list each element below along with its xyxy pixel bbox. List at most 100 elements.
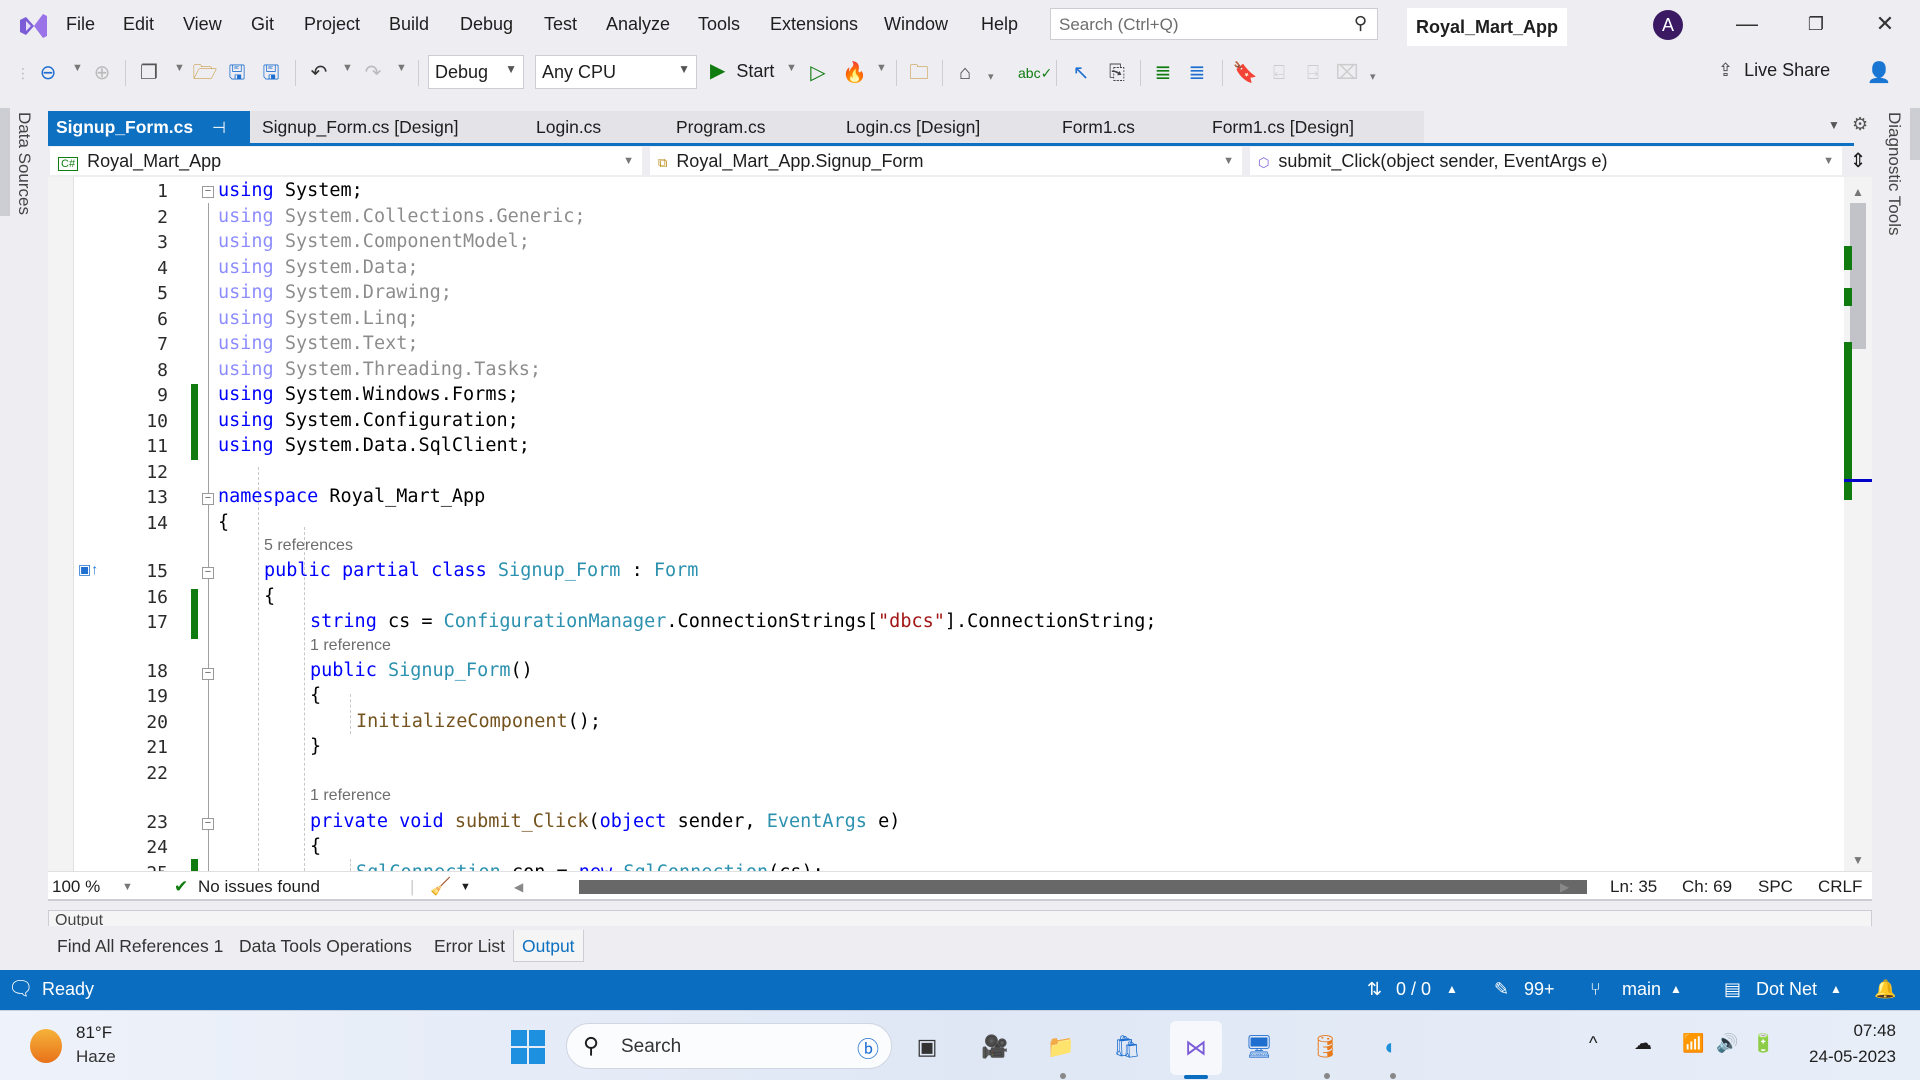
hot-reload-icon[interactable]: 🔥 [842, 60, 867, 86]
solution-configuration-select[interactable]: Debug ▼ [428, 55, 524, 89]
find-in-files-icon[interactable]: 🗀 [906, 60, 932, 86]
chevron-down-icon[interactable]: ▼ [460, 881, 471, 893]
browser-link-icon[interactable]: ⌂ [952, 60, 978, 86]
pending-changes[interactable]: 99+ [1524, 979, 1555, 1000]
code-line[interactable]: { [310, 685, 321, 706]
previous-bookmark-icon[interactable]: ⍇ [1266, 60, 1292, 86]
back-dropdown-icon[interactable]: ▼ [72, 62, 83, 74]
code-cleanup-icon[interactable]: 🧹 [430, 877, 451, 897]
menu-debug[interactable]: Debug [460, 14, 513, 35]
minimize-button[interactable]: — [1727, 8, 1767, 40]
code-line[interactable]: SqlConnection con = new SqlConnection(cs… [356, 862, 824, 871]
start-without-debugging-icon[interactable]: ▷ [806, 60, 830, 86]
battery-icon[interactable]: 🔋 [1752, 1033, 1774, 1054]
bing-icon[interactable]: ⓑ [857, 1032, 879, 1064]
menu-test[interactable]: Test [544, 14, 577, 35]
redo-dropdown-icon[interactable]: ▼ [396, 62, 407, 74]
menu-git[interactable]: Git [251, 14, 274, 35]
code-line[interactable]: using System; [218, 180, 363, 201]
split-window-icon[interactable]: ⇕ [1846, 148, 1870, 174]
file-explorer-icon[interactable]: 📁 [1042, 1028, 1080, 1066]
microsoft-store-icon[interactable]: 🛍 [1108, 1028, 1146, 1066]
code-line[interactable]: using System.Windows.Forms; [218, 384, 519, 405]
bookmark-icon[interactable]: 🔖 [1232, 60, 1258, 86]
navigate-forward-icon[interactable]: ⊕ [90, 60, 114, 86]
tab-list-dropdown-icon[interactable]: ▼ [1828, 118, 1840, 132]
code-line[interactable]: private void submit_Click(object sender,… [310, 811, 900, 832]
show-hidden-icons-icon[interactable]: ^ [1589, 1033, 1597, 1054]
type-navigation-dropdown[interactable]: ⧉ Royal_Mart_App.Signup_Form ▼ [650, 147, 1244, 175]
codelens-references[interactable]: 5 references [264, 537, 353, 555]
code-line[interactable]: using System.ComponentModel; [218, 231, 530, 252]
volume-icon[interactable]: 🔊 [1716, 1033, 1738, 1054]
code-line[interactable]: InitializeComponent(); [356, 711, 601, 732]
scrollbar-thumb[interactable] [1850, 203, 1866, 349]
chevron-down-icon[interactable]: ▼ [122, 881, 133, 893]
onedrive-icon[interactable]: ☁ [1634, 1033, 1652, 1054]
redo-icon[interactable]: ↷ [360, 60, 386, 86]
code-line[interactable]: using System.Text; [218, 333, 419, 354]
clock-time[interactable]: 07:48 [1836, 1021, 1896, 1041]
remote-desktop-icon[interactable]: 🖥 [1240, 1028, 1278, 1066]
menu-analyze[interactable]: Analyze [606, 14, 670, 35]
char-indicator[interactable]: Ch: 69 [1682, 877, 1732, 897]
task-view-icon[interactable]: ▣ [908, 1028, 946, 1066]
open-folder-icon[interactable]: 🗁 [192, 60, 218, 86]
code-line[interactable]: using System.Configuration; [218, 410, 519, 431]
repository-name[interactable]: Dot Net [1756, 979, 1817, 1000]
chevron-up-icon[interactable]: ▲ [1830, 982, 1842, 996]
branch-name[interactable]: main [1622, 979, 1661, 1000]
zoom-level-select[interactable]: 100 % [52, 877, 100, 897]
new-project-dropdown-icon[interactable]: ▼ [174, 62, 185, 74]
select-element-icon[interactable]: ↖ [1068, 60, 1094, 86]
taskbar-search[interactable]: ⚲ Search ⓑ [566, 1023, 892, 1069]
gear-icon[interactable]: ⚙ [1852, 114, 1868, 135]
wifi-icon[interactable]: 📶 [1682, 1033, 1704, 1054]
menu-project[interactable]: Project [304, 14, 360, 35]
pin-icon[interactable]: ⊣ [212, 120, 226, 137]
chevron-up-icon[interactable]: ▲ [1446, 982, 1458, 996]
sync-status[interactable]: 0 / 0 [1396, 979, 1431, 1000]
navigate-back-icon[interactable]: ⊖ [36, 60, 60, 86]
vertical-scrollbar[interactable]: ▲ ▼ [1844, 177, 1872, 871]
collapse-toggle[interactable]: − [202, 668, 214, 680]
hot-reload-dropdown-icon[interactable]: ▼ [876, 62, 887, 74]
tab-form1-cs[interactable]: Form1.cs [1054, 111, 1174, 144]
comment-lines-icon[interactable]: ≣ [1150, 60, 1176, 86]
tab-find-all-references[interactable]: Find All References 1 [57, 930, 223, 962]
menu-edit[interactable]: Edit [123, 14, 154, 35]
teams-chat-icon[interactable]: 🎥 [976, 1028, 1014, 1066]
tab-login-cs[interactable]: Login.cs [528, 111, 648, 144]
code-line[interactable]: using System.Linq; [218, 308, 419, 329]
code-line[interactable]: using System.Data.SqlClient; [218, 435, 530, 456]
code-line[interactable]: string cs = ConfigurationManager.Connect… [310, 611, 1157, 632]
clock-date[interactable]: 24-05-2023 [1796, 1047, 1896, 1067]
menu-file[interactable]: File [66, 14, 95, 35]
weather-icon[interactable] [30, 1029, 62, 1063]
account-avatar[interactable]: A [1653, 10, 1683, 40]
code-line[interactable]: } [310, 736, 321, 757]
menu-window[interactable]: Window [884, 14, 948, 35]
menu-build[interactable]: Build [389, 14, 429, 35]
menu-help[interactable]: Help [981, 14, 1018, 35]
code-line[interactable]: namespace Royal_Mart_App [218, 486, 485, 507]
start-debugging-button[interactable]: ▶ Start [710, 58, 774, 88]
weather-temperature[interactable]: 81°F [76, 1023, 112, 1043]
horizontal-scrollbar-thumb[interactable] [579, 880, 1587, 894]
start-menu-icon[interactable] [509, 1028, 547, 1066]
menu-extensions[interactable]: Extensions [770, 14, 858, 35]
undo-dropdown-icon[interactable]: ▼ [342, 62, 353, 74]
issues-status[interactable]: No issues found [198, 877, 320, 897]
new-project-icon[interactable]: ❐ [136, 60, 162, 86]
line-ending-indicator[interactable]: CRLF [1818, 877, 1862, 897]
chevron-up-icon[interactable]: ▲ [1670, 982, 1682, 996]
member-navigation-dropdown[interactable]: ⬡ submit_Click(object sender, EventArgs … [1250, 147, 1844, 175]
feedback-icon[interactable]: 👤 [1866, 60, 1892, 86]
spell-check-icon[interactable]: abc✓ [1018, 60, 1052, 86]
solution-platform-select[interactable]: Any CPU ▼ [535, 55, 697, 89]
restore-button[interactable]: ❐ [1796, 8, 1836, 40]
tab-login-design[interactable]: Login.cs [Design] [838, 111, 1018, 144]
collapse-toggle[interactable]: − [202, 818, 214, 830]
code-line[interactable]: using System.Data; [218, 257, 419, 278]
visual-studio-taskbar-icon[interactable]: ⋈ [1170, 1021, 1222, 1075]
